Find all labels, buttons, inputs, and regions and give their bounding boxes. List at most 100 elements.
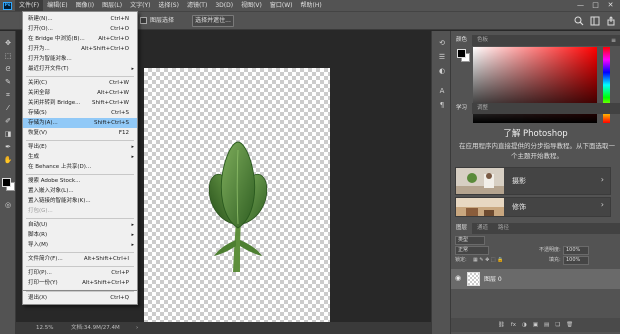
- properties-panel-icon[interactable]: ☰: [437, 53, 447, 62]
- menu-separator: [26, 291, 134, 292]
- trash-icon[interactable]: 🗑: [566, 322, 573, 328]
- group-icon[interactable]: ▤: [544, 322, 549, 328]
- photo-thumbnail-icon: [456, 168, 504, 194]
- menu-item-exit[interactable]: 退出(X) Ctrl+Q: [23, 293, 137, 303]
- panel-menu-icon[interactable]: ≡: [611, 35, 616, 46]
- layer-select-checkbox[interactable]: [140, 17, 147, 24]
- learn-card-retouch[interactable]: 修饰 ›: [455, 197, 611, 217]
- menu-help[interactable]: 帮助(H): [297, 0, 326, 11]
- menu-item-file-info[interactable]: 文件简介(F)... Alt+Shift+Ctrl+I: [23, 254, 137, 264]
- crop-tool-icon[interactable]: ⌗: [3, 91, 13, 100]
- tab-swatches[interactable]: 色板: [472, 35, 493, 46]
- eye-icon[interactable]: ◉: [455, 274, 461, 282]
- menu-item-import[interactable]: 导入(M) ▸: [23, 240, 137, 250]
- menu-type[interactable]: 文字(Y): [126, 0, 154, 11]
- menu-item-place-linked[interactable]: 置入链接的智能对象(K)...: [23, 196, 137, 206]
- menu-item-open[interactable]: 打开(O)... Ctrl+O: [23, 24, 137, 34]
- menu-separator: [26, 252, 134, 253]
- fx-icon[interactable]: fx: [511, 322, 516, 328]
- paragraph-panel-icon[interactable]: ¶: [437, 101, 447, 110]
- menu-item-recent-files[interactable]: 最近打开文件(T) ▸: [23, 64, 137, 74]
- menu-item-close[interactable]: 关闭(C) Ctrl+W: [23, 78, 137, 88]
- zoom-level[interactable]: 12.5%: [36, 322, 53, 334]
- maximize-icon[interactable]: □: [588, 0, 603, 11]
- pen-tool-icon[interactable]: ✒: [3, 143, 13, 152]
- menu-edit[interactable]: 编辑(E): [43, 0, 71, 11]
- tab-paths[interactable]: 路径: [493, 223, 514, 234]
- quick-select-tool-icon[interactable]: ✎: [3, 78, 13, 87]
- menu-item-browse-bridge[interactable]: 在 Bridge 中浏览(B)... Alt+Ctrl+O: [23, 34, 137, 44]
- adjustment-layer-icon[interactable]: ▣: [533, 322, 538, 328]
- menu-image[interactable]: 图像(I): [72, 0, 98, 11]
- menu-item-open-as[interactable]: 打开为... Alt+Shift+Ctrl+O: [23, 44, 137, 54]
- menu-item-scripts[interactable]: 脚本(R) ▸: [23, 230, 137, 240]
- document-canvas[interactable]: [144, 68, 330, 322]
- menu-item-close-go-bridge[interactable]: 关闭并转到 Bridge... Shift+Ctrl+W: [23, 98, 137, 108]
- menu-file[interactable]: 文件(F): [15, 0, 44, 11]
- search-icon[interactable]: [574, 16, 584, 26]
- lock-label: 锁定:: [455, 257, 467, 263]
- menu-3d[interactable]: 3D(D): [211, 0, 237, 11]
- menu-item-search-stock[interactable]: 搜索 Adobe Stock...: [23, 176, 137, 186]
- menu-item-print[interactable]: 打印(P)... Ctrl+P: [23, 268, 137, 278]
- eraser-tool-icon[interactable]: ◨: [3, 130, 13, 139]
- color-panel-foreground-swatch[interactable]: [457, 49, 466, 58]
- menu-item-export[interactable]: 导出(E) ▸: [23, 142, 137, 152]
- menu-item-save-as[interactable]: 存储为(A)... Shift+Ctrl+S: [23, 118, 137, 128]
- history-panel-icon[interactable]: ⟲: [437, 39, 447, 48]
- chevron-right-icon: ›: [600, 175, 604, 184]
- blend-mode-select[interactable]: 正常: [455, 246, 489, 255]
- link-icon[interactable]: ⛓: [498, 322, 505, 328]
- menu-item-place-embedded[interactable]: 置入嵌入对象(L)...: [23, 186, 137, 196]
- menu-item-generate[interactable]: 生成 ▸: [23, 152, 137, 162]
- layer-kind-filter[interactable]: 类型: [455, 236, 485, 245]
- learn-card-photography[interactable]: 摄影 ›: [455, 167, 611, 195]
- menu-item-new[interactable]: 新建(N)... Ctrl+N: [23, 14, 137, 24]
- menu-item-close-all[interactable]: 关闭全部 Alt+Ctrl+W: [23, 88, 137, 98]
- menu-item-revert[interactable]: 恢复(V) F12: [23, 128, 137, 138]
- tab-layers[interactable]: 图层: [451, 223, 473, 234]
- mask-icon[interactable]: ◑: [522, 322, 527, 328]
- menu-item-open-smart-object[interactable]: 打开为智能对象...: [23, 54, 137, 64]
- move-tool-icon[interactable]: ✥: [3, 39, 13, 48]
- menu-item-share-behance[interactable]: 在 Behance 上共享(D)...: [23, 162, 137, 172]
- menu-item-automate[interactable]: 自动(U) ▸: [23, 220, 137, 230]
- character-panel-icon[interactable]: A: [437, 87, 447, 96]
- lock-icons[interactable]: ▦ ✎ ✥ ⬚ 🔒: [473, 256, 503, 265]
- quick-mask-icon[interactable]: ◎: [3, 201, 13, 210]
- brush-tool-icon[interactable]: ✐: [3, 117, 13, 126]
- menu-layer[interactable]: 图层(L): [98, 0, 126, 11]
- close-icon[interactable]: ✕: [603, 0, 618, 11]
- tab-adjustments[interactable]: 调整: [472, 103, 493, 114]
- layer-row[interactable]: ◉ 图层 0: [451, 269, 620, 289]
- window-controls: — □ ✕: [573, 0, 618, 11]
- options-right-icons: [574, 16, 616, 26]
- tab-color[interactable]: 颜色: [451, 35, 473, 46]
- workspace-icon[interactable]: [590, 16, 600, 26]
- fill-input[interactable]: 100%: [563, 256, 589, 265]
- menu-item-print-one-copy[interactable]: 打印一份(Y) Alt+Shift+Ctrl+P: [23, 278, 137, 288]
- eyedropper-tool-icon[interactable]: ⁄: [3, 104, 13, 113]
- tab-channels[interactable]: 通道: [472, 223, 493, 234]
- minimize-icon[interactable]: —: [573, 0, 588, 11]
- lasso-tool-icon[interactable]: ᘓ: [3, 65, 13, 74]
- menu-view[interactable]: 视图(V): [237, 0, 266, 11]
- share-icon[interactable]: [606, 16, 616, 26]
- menu-filter[interactable]: 滤镜(T): [183, 0, 211, 11]
- opacity-input[interactable]: 100%: [563, 246, 589, 255]
- status-menu-arrow-icon[interactable]: ›: [136, 322, 138, 334]
- menu-window[interactable]: 窗口(W): [266, 0, 297, 11]
- layer-name[interactable]: 图层 0: [484, 274, 502, 283]
- learn-description: 在应用程序内直接提供的分步指导教程。从下面选取一个主题开始教程。: [459, 142, 615, 160]
- menu-item-save[interactable]: 存储(S) Ctrl+S: [23, 108, 137, 118]
- menu-select[interactable]: 选择(S): [154, 0, 183, 11]
- adjust-panel-icon[interactable]: ◐: [437, 67, 447, 76]
- foreground-color-swatch[interactable]: [2, 178, 11, 187]
- hand-tool-icon[interactable]: ✋: [3, 156, 13, 165]
- file-menu-dropdown-tail: 退出(X) Ctrl+Q: [22, 291, 138, 305]
- marquee-tool-icon[interactable]: ⬚: [3, 52, 13, 61]
- new-layer-icon[interactable]: ❏: [555, 322, 560, 328]
- select-and-mask-button[interactable]: 选择并遮住...: [192, 15, 234, 27]
- tab-learn[interactable]: 学习: [451, 103, 473, 114]
- learn-card-label: 修饰: [512, 203, 526, 211]
